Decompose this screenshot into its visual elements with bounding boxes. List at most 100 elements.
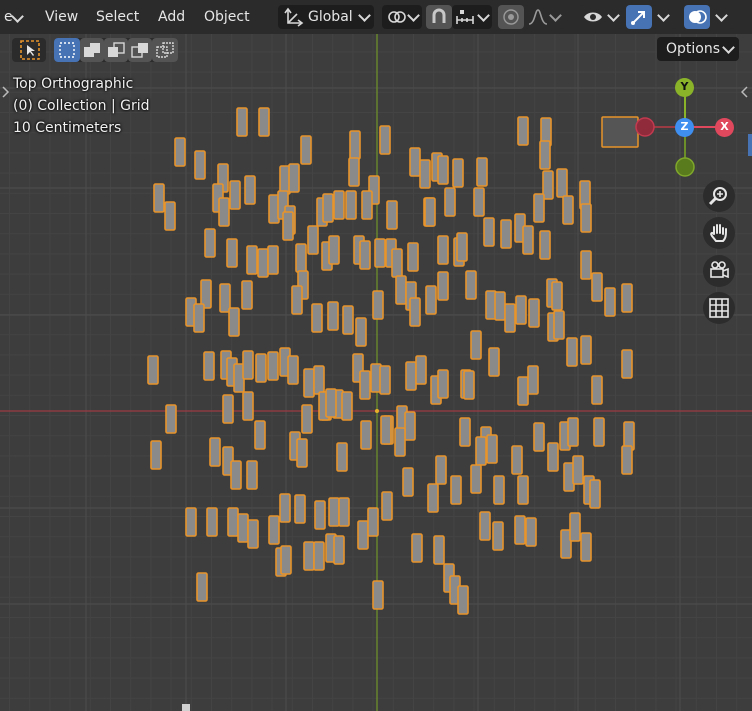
proportional-falloff-dropdown[interactable] — [524, 5, 564, 29]
selected-object[interactable] — [486, 434, 498, 464]
selected-object[interactable] — [372, 290, 384, 320]
selected-object[interactable] — [338, 497, 350, 527]
ortho-toggle-button[interactable] — [703, 292, 735, 324]
selected-object[interactable] — [153, 183, 165, 213]
selected-object[interactable] — [494, 291, 506, 321]
selected-object[interactable] — [226, 238, 238, 268]
selected-object[interactable] — [621, 445, 633, 475]
selected-object[interactable] — [255, 353, 267, 383]
selected-object[interactable] — [450, 475, 462, 505]
selected-object[interactable] — [313, 365, 325, 395]
selected-object[interactable] — [394, 427, 406, 457]
selected-object[interactable] — [533, 422, 545, 452]
selected-object[interactable] — [328, 497, 340, 527]
proportional-editing-toggle[interactable] — [498, 5, 524, 29]
selected-object[interactable] — [433, 535, 445, 565]
selected-object[interactable] — [425, 285, 437, 315]
selected-object[interactable] — [360, 420, 372, 450]
selected-object[interactable] — [580, 203, 592, 233]
options-dropdown[interactable]: Options — [657, 37, 739, 61]
gizmo-z-handle[interactable]: Z — [675, 118, 694, 137]
selected-object[interactable] — [313, 541, 325, 571]
selected-object[interactable] — [291, 285, 303, 315]
selected-object[interactable] — [164, 201, 176, 231]
selected-object[interactable] — [533, 193, 545, 223]
selected-object[interactable] — [525, 517, 537, 547]
selected-object[interactable] — [196, 572, 208, 602]
selected-object[interactable] — [517, 116, 529, 146]
selected-object[interactable] — [314, 500, 326, 530]
selected-object[interactable] — [296, 438, 308, 468]
selected-object[interactable] — [402, 467, 414, 497]
selected-object[interactable] — [328, 235, 340, 265]
selected-object[interactable] — [236, 107, 248, 137]
selected-object[interactable] — [267, 351, 279, 381]
selected-object[interactable] — [357, 520, 369, 550]
selected-object[interactable] — [246, 460, 258, 490]
selected-object[interactable] — [476, 157, 488, 187]
overlay-dropdown[interactable] — [710, 5, 734, 29]
selected-object[interactable] — [222, 394, 234, 424]
selected-object[interactable] — [254, 420, 266, 450]
selected-object[interactable] — [435, 455, 447, 485]
mode-difference-button[interactable] — [128, 38, 152, 62]
selected-object[interactable] — [241, 280, 253, 310]
selected-object[interactable] — [511, 445, 523, 475]
pan-button[interactable] — [703, 217, 735, 249]
selected-object[interactable] — [514, 515, 526, 545]
selected-object[interactable] — [203, 351, 215, 381]
selected-object[interactable] — [303, 368, 315, 398]
selected-object[interactable] — [150, 440, 162, 470]
selected-object[interactable] — [185, 507, 197, 537]
selected-object[interactable] — [325, 388, 337, 418]
snap-target-dropdown[interactable] — [452, 5, 492, 29]
selected-object[interactable] — [457, 585, 469, 615]
gizmo-dropdown[interactable] — [652, 5, 676, 29]
sidebar-tab[interactable] — [748, 134, 752, 156]
selected-object[interactable] — [237, 513, 249, 543]
selected-object[interactable] — [493, 475, 505, 505]
selected-object[interactable] — [294, 494, 306, 524]
selected-object[interactable] — [380, 415, 392, 445]
selected-object[interactable] — [419, 159, 431, 189]
selected-object[interactable] — [280, 545, 292, 575]
selected-object[interactable] — [580, 335, 592, 365]
visibility-dropdown[interactable] — [580, 5, 622, 29]
selected-object[interactable] — [437, 369, 449, 399]
selected-object[interactable] — [209, 437, 221, 467]
selected-object[interactable] — [287, 355, 299, 385]
selected-object[interactable] — [282, 211, 294, 241]
selected-object[interactable] — [551, 281, 563, 311]
area-corner-handle[interactable] — [182, 704, 190, 711]
selected-object[interactable] — [361, 190, 373, 220]
pivot-point-dropdown[interactable] — [382, 5, 422, 29]
selected-object[interactable] — [395, 275, 407, 305]
selected-object[interactable] — [473, 187, 485, 217]
selected-object[interactable] — [517, 475, 529, 505]
menu-select[interactable]: Select — [90, 6, 145, 28]
selected-object[interactable] — [218, 197, 230, 227]
selected-object[interactable] — [349, 130, 361, 160]
selected-object[interactable] — [488, 347, 500, 377]
selected-object[interactable] — [407, 242, 419, 272]
menu-view[interactable]: View — [39, 6, 84, 28]
selected-object[interactable] — [547, 442, 559, 472]
selected-object[interactable] — [268, 515, 280, 545]
selected-object[interactable] — [219, 283, 231, 313]
sidebar-expand-icon[interactable] — [741, 86, 749, 98]
selected-object[interactable] — [229, 180, 241, 210]
selected-object[interactable] — [359, 240, 371, 270]
selected-object[interactable] — [459, 417, 471, 447]
selected-object[interactable] — [295, 243, 307, 273]
overlay-toggle[interactable] — [684, 5, 710, 29]
selected-object[interactable] — [463, 370, 475, 400]
selected-object[interactable] — [424, 197, 436, 227]
selected-object[interactable] — [593, 417, 605, 447]
selected-object[interactable] — [386, 200, 398, 230]
selected-object[interactable] — [279, 493, 291, 523]
selected-object[interactable] — [372, 580, 384, 610]
selected-object[interactable] — [444, 187, 456, 217]
zoom-button[interactable] — [703, 180, 735, 212]
selected-object[interactable] — [257, 248, 269, 278]
selected-object[interactable] — [147, 355, 159, 385]
